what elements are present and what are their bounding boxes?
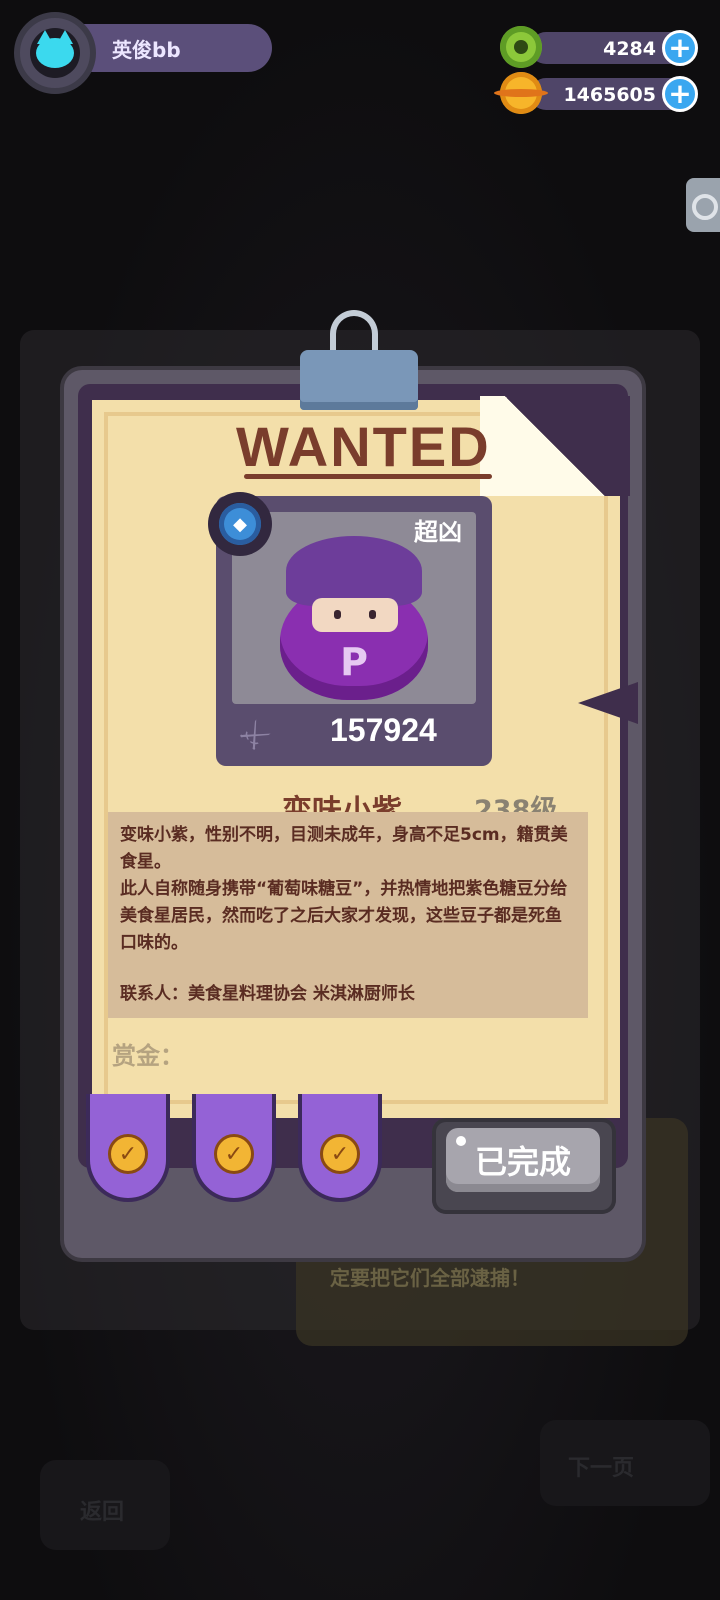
character-description: 变味小紫，性别不明，目测未成年，身高不足5cm，籍贯美食星。 此人自称随身携带“… — [108, 812, 588, 1018]
completed-button-label: 已完成 — [446, 1128, 600, 1192]
donut-icon — [500, 26, 542, 68]
reward-tab-3[interactable]: ✓ — [298, 1094, 382, 1202]
reward-label: 赏金： — [112, 1042, 184, 1070]
background-back-button: 返回 — [40, 1460, 170, 1550]
binder-clip-icon — [300, 310, 418, 410]
bounty-value: 157924 — [330, 712, 437, 748]
check-icon: ✓ — [320, 1134, 360, 1174]
reward-tab-2[interactable]: ✓ — [192, 1094, 276, 1202]
character-letter: P — [340, 640, 368, 684]
player-profile[interactable]: 英俊bb — [14, 12, 272, 98]
description-line: 变味小紫，性别不明，目测未成年，身高不足5cm，籍贯美食星。 — [120, 825, 568, 872]
background-next-button: 下一页 — [540, 1420, 710, 1506]
wanted-title: WANTED — [236, 415, 491, 478]
currency-coin: 1465605 + — [494, 72, 698, 114]
currency-donut: 4284 + — [500, 26, 698, 68]
cat-icon — [36, 30, 74, 68]
avatar[interactable] — [14, 12, 96, 94]
eggplant-character: P — [276, 536, 432, 700]
paper-fold — [480, 396, 630, 496]
planet-coin-icon — [494, 72, 548, 114]
completed-button[interactable]: 已完成 — [432, 1118, 616, 1214]
check-icon: ✓ — [214, 1134, 254, 1174]
reward-tab-1[interactable]: ✓ — [86, 1094, 170, 1202]
donut-count: 4284 — [603, 38, 656, 60]
player-name: 英俊bb — [112, 38, 181, 62]
blue-gem-icon: ◆ — [208, 492, 272, 556]
check-icon: ✓ — [108, 1134, 148, 1174]
title-underline — [244, 474, 492, 479]
side-clip-icon — [686, 178, 720, 232]
contact-line: 联系人：美食星料理协会 米淇淋厨师长 — [120, 984, 415, 1004]
background-banner-text: 定要把它们全部逮捕！ — [330, 1266, 530, 1290]
add-donut-button[interactable]: + — [662, 30, 698, 66]
description-line: 此人自称随身携带“葡萄味糖豆”，并热情地把紫色糖豆分给美食星居民，然而吃了之后大… — [120, 879, 568, 953]
coin-count: 1465605 — [563, 84, 656, 106]
add-coin-button[interactable]: + — [662, 76, 698, 112]
